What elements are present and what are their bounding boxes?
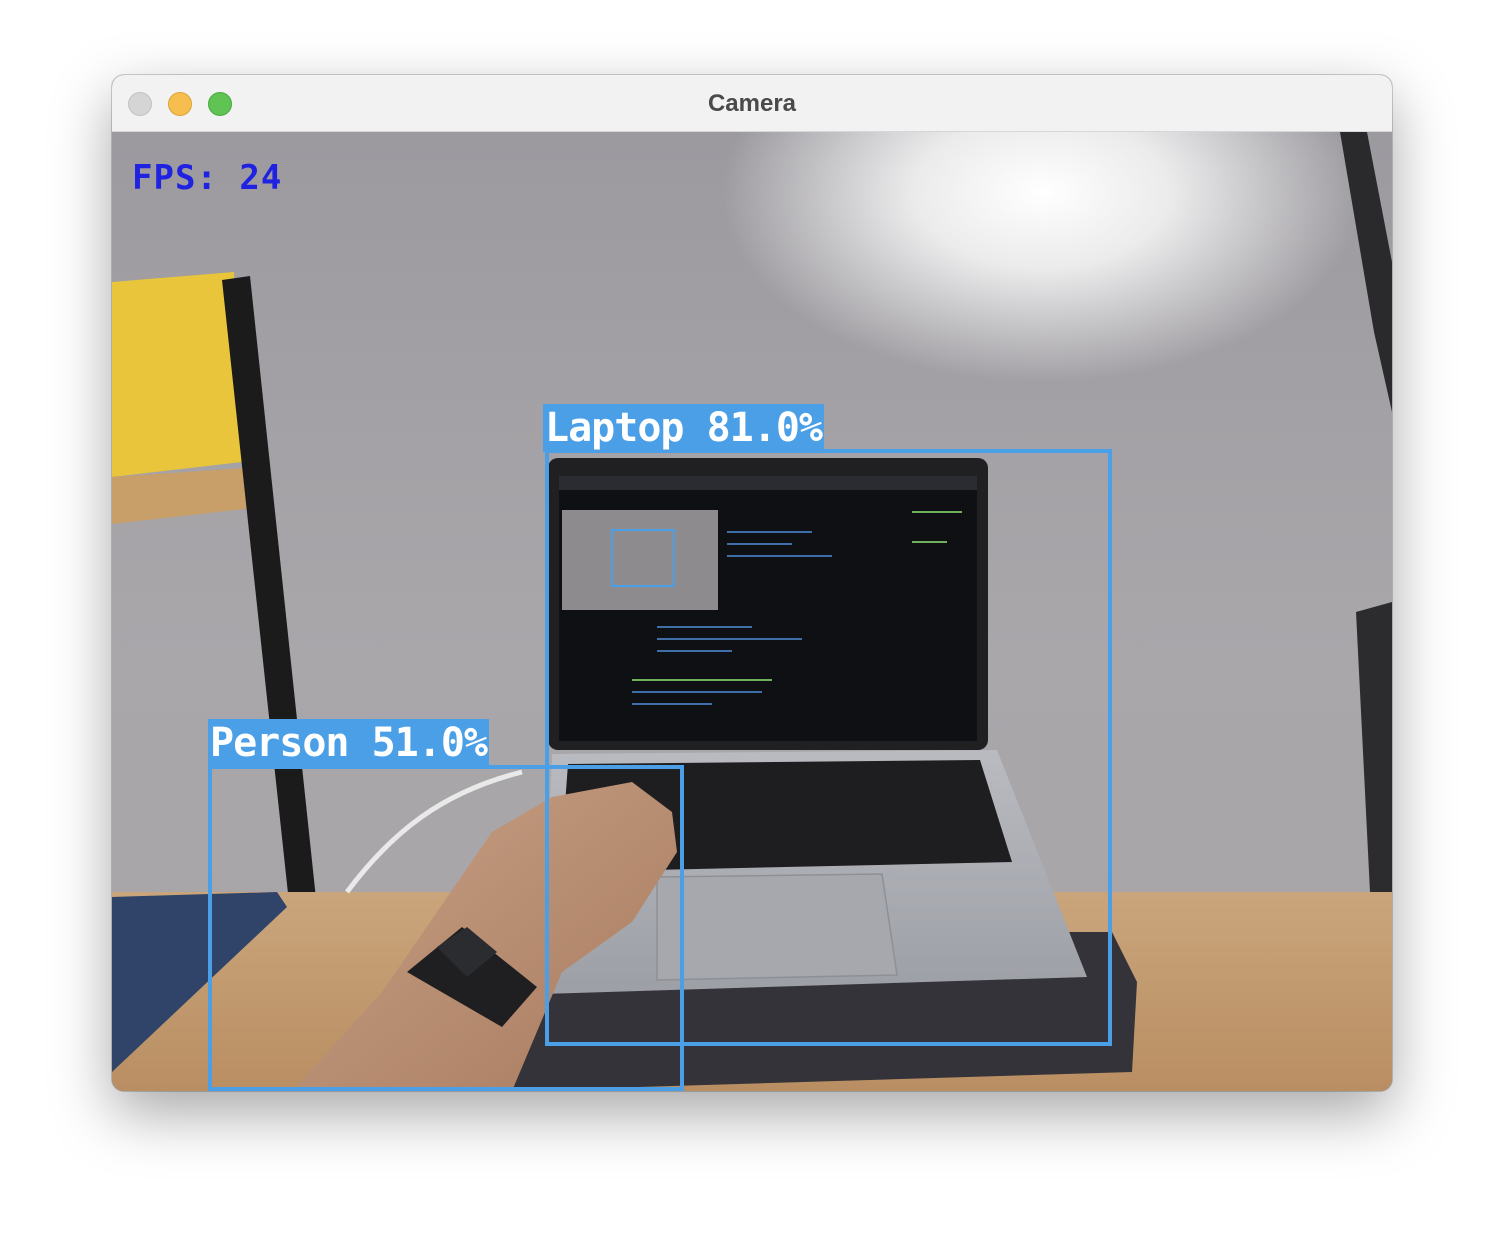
shelf-board: [112, 467, 262, 524]
detection-box-person: [208, 765, 684, 1091]
yellow-box: [112, 272, 242, 477]
window-title: Camera: [707, 90, 797, 117]
light-stand: [1340, 132, 1392, 412]
camera-feed: FPS: 24 Laptop 81.0% Person 51.0%: [112, 132, 1392, 1091]
camera-window: Camera FPS: 24 Laptop 81.0% Person 51.0%: [112, 75, 1392, 1091]
title-bar[interactable]: Camera: [112, 75, 1392, 132]
lamp-glow: [722, 132, 1362, 382]
tripod-leg: [1356, 602, 1392, 922]
detection-label-person: Person 51.0%: [208, 719, 489, 767]
fps-counter: FPS: 24: [132, 158, 283, 198]
detection-label-laptop: Laptop 81.0%: [543, 404, 824, 452]
